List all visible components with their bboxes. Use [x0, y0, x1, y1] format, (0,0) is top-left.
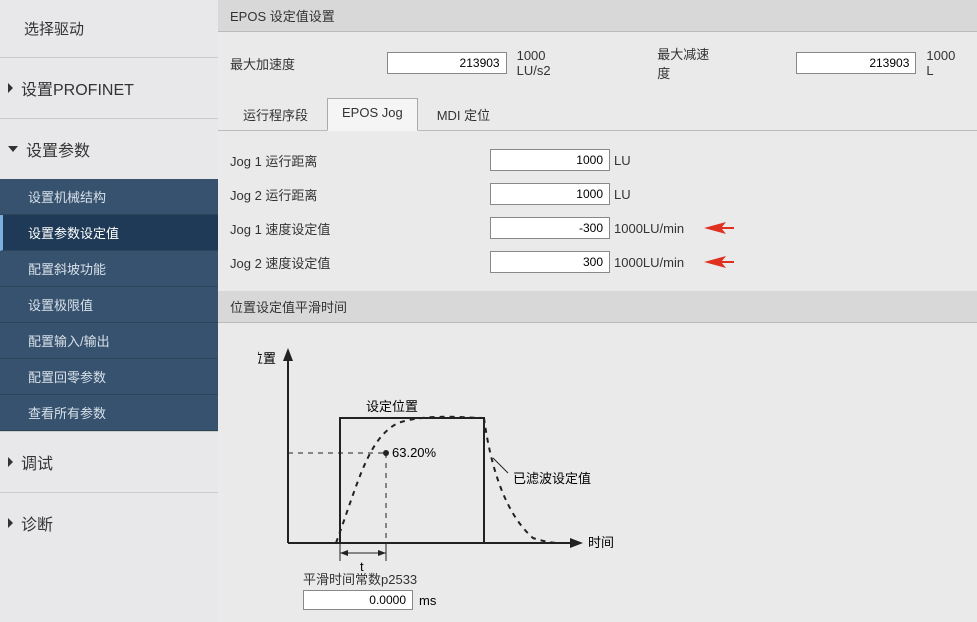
sidebar-item-limits[interactable]: 设置极限值	[0, 287, 218, 323]
panel-title: EPOS 设定值设置	[218, 0, 977, 32]
section-label: 调试	[21, 450, 53, 474]
caret-right-icon	[8, 518, 13, 528]
section-diagnostics: 诊断	[0, 492, 218, 553]
max-decel-input[interactable]	[796, 52, 916, 74]
max-accel-label: 最大加速度	[230, 54, 381, 73]
sidebar-item-setpoint[interactable]: 设置参数设定值	[0, 215, 218, 251]
max-accel-unit: 1000 LU/s2	[517, 48, 582, 78]
sidebar: 选择驱动 设置PROFINET 设置参数 设置机械结构 设置参数设定值 配置斜坡…	[0, 0, 218, 622]
jog2-speed-label: Jog 2 速度设定值	[230, 253, 490, 272]
jog1-speed-unit: 1000LU/min	[614, 221, 684, 236]
caret-right-icon	[8, 457, 13, 467]
section-params: 设置参数 设置机械结构 设置参数设定值 配置斜坡功能 设置极限值 配置输入/输出…	[0, 118, 218, 431]
max-decel-label: 最大减速度	[657, 44, 720, 82]
jog1-dist-label: Jog 1 运行距离	[230, 151, 490, 170]
section-title-diagnostics[interactable]: 诊断	[0, 493, 218, 553]
arrow-icon	[704, 254, 734, 270]
smoothing-chart: 位置 时间 设定位置 已滤波设定值 63.20% t	[258, 343, 678, 573]
section-label: 设置PROFINET	[21, 76, 134, 100]
jog-row: Jog 2 速度设定值 1000LU/min	[230, 245, 965, 279]
jog-row: Jog 1 速度设定值 1000LU/min	[230, 211, 965, 245]
arrow-icon	[704, 220, 734, 236]
percent-label: 63.20%	[392, 445, 437, 460]
jog-row: Jog 1 运行距离 LU	[230, 143, 965, 177]
main-content: EPOS 设定值设置 最大加速度 1000 LU/s2 最大减速度 1000 L…	[218, 0, 977, 622]
jog2-speed-input[interactable]	[490, 251, 610, 273]
sidebar-header: 选择驱动	[0, 0, 218, 57]
jog-section: Jog 1 运行距离 LU Jog 2 运行距离 LU Jog 1 速度设定值 …	[218, 131, 977, 291]
jog2-dist-input[interactable]	[490, 183, 610, 205]
filtered-label: 已滤波设定值	[513, 471, 591, 486]
jog1-speed-label: Jog 1 速度设定值	[230, 219, 490, 238]
caret-down-icon	[8, 146, 18, 152]
jog2-dist-label: Jog 2 运行距离	[230, 185, 490, 204]
smoothing-param-input[interactable]	[303, 590, 413, 610]
smoothing-param-unit: ms	[419, 593, 436, 608]
max-decel-unit: 1000 L	[926, 48, 965, 78]
section-label: 诊断	[21, 511, 53, 535]
y-axis-label: 位置	[258, 351, 276, 366]
smoothing-panel-title: 位置设定值平滑时间	[218, 291, 977, 323]
sidebar-item-io[interactable]: 配置输入/输出	[0, 323, 218, 359]
jog1-dist-unit: LU	[614, 153, 631, 168]
section-title-profinet[interactable]: 设置PROFINET	[0, 58, 218, 118]
sidebar-item-ramp[interactable]: 配置斜坡功能	[0, 251, 218, 287]
sidebar-item-homing[interactable]: 配置回零参数	[0, 359, 218, 395]
sidebar-item-mech[interactable]: 设置机械结构	[0, 179, 218, 215]
x-axis-label: 时间	[588, 535, 614, 550]
sidebar-item-allparams[interactable]: 查看所有参数	[0, 395, 218, 431]
tabs: 运行程序段 EPOS Jog MDI 定位	[218, 94, 977, 131]
tab-epos-jog[interactable]: EPOS Jog	[327, 98, 418, 131]
tab-traversing[interactable]: 运行程序段	[228, 98, 323, 130]
section-debug: 调试	[0, 431, 218, 492]
jog1-dist-input[interactable]	[490, 149, 610, 171]
section-title-debug[interactable]: 调试	[0, 432, 218, 492]
jog1-speed-input[interactable]	[490, 217, 610, 239]
max-accel-input[interactable]	[387, 52, 507, 74]
accel-row: 最大加速度 1000 LU/s2 最大减速度 1000 L	[218, 32, 977, 94]
jog-row: Jog 2 运行距离 LU	[230, 177, 965, 211]
smoothing-param-label: 平滑时间常数p2533	[303, 569, 436, 588]
tab-mdi[interactable]: MDI 定位	[422, 98, 505, 130]
section-label: 设置参数	[26, 137, 90, 161]
jog2-speed-unit: 1000LU/min	[614, 255, 684, 270]
jog2-dist-unit: LU	[614, 187, 631, 202]
chart-area: 位置 时间 设定位置 已滤波设定值 63.20% t 平滑时间常数	[218, 323, 977, 622]
section-title-params[interactable]: 设置参数	[0, 119, 218, 179]
setpoint-label: 设定位置	[366, 399, 418, 414]
section-profinet: 设置PROFINET	[0, 57, 218, 118]
caret-right-icon	[8, 83, 13, 93]
subitems: 设置机械结构 设置参数设定值 配置斜坡功能 设置极限值 配置输入/输出 配置回零…	[0, 179, 218, 431]
smoothing-param-row: 平滑时间常数p2533 ms	[303, 569, 937, 610]
